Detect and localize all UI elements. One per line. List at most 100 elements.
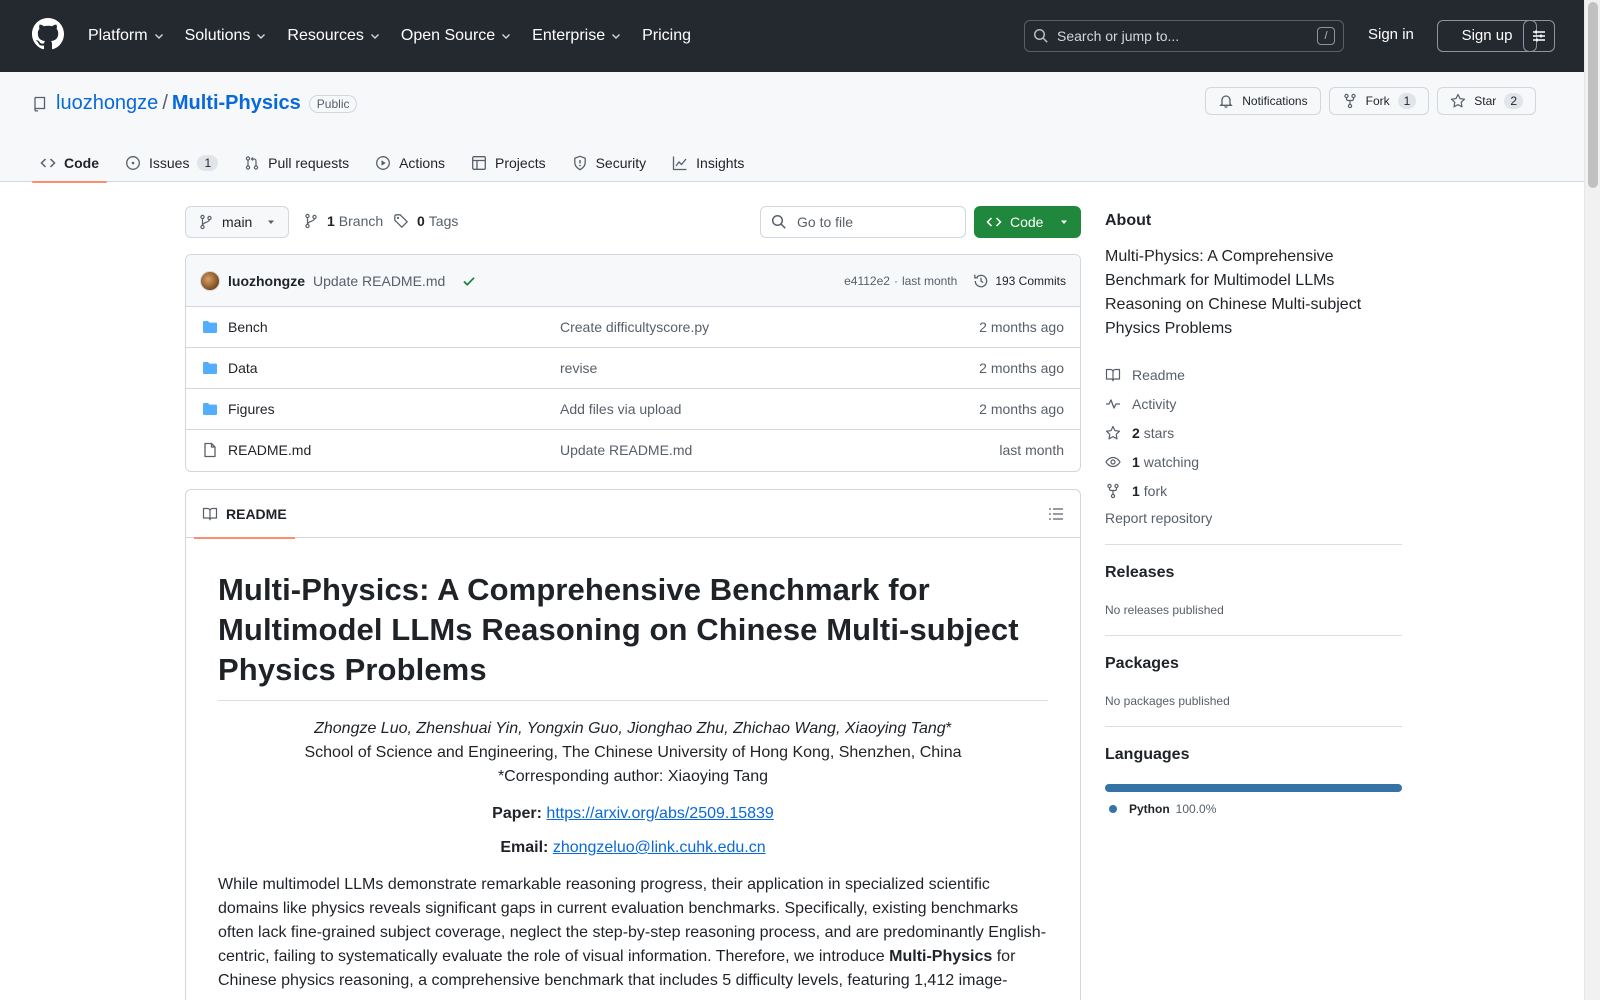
star-label: Star	[1474, 94, 1497, 108]
readme-header: README	[186, 490, 1080, 539]
readme-tab-label: README	[226, 506, 287, 522]
tab-label: Code	[64, 155, 99, 171]
commit-author-link[interactable]: luozhongze	[228, 273, 305, 289]
file-name-link[interactable]: README.md	[228, 442, 311, 458]
scrollbar-thumb[interactable]	[1588, 2, 1598, 188]
watching-label: watching	[1143, 453, 1200, 470]
tab-actions[interactable]: Actions	[367, 144, 453, 182]
readme-affiliation: School of Science and Engineering, The C…	[304, 744, 962, 761]
stars-count: 2	[1132, 424, 1140, 441]
commit-message-link[interactable]: Update README.md	[313, 273, 445, 289]
star-button[interactable]: Star 2	[1437, 87, 1536, 115]
repo-tabs: Code Issues 1 Pull requests Actions Proj…	[32, 144, 762, 183]
nav-enterprise[interactable]: Enterprise	[532, 27, 622, 45]
folder-icon	[203, 321, 217, 333]
tab-pull-requests[interactable]: Pull requests	[236, 144, 357, 182]
tag-icon	[394, 214, 408, 228]
repo-actions: Notifications Fork 1 Star 2	[1197, 87, 1536, 115]
repo-icon	[34, 96, 46, 112]
file-commit-message-link[interactable]: revise	[560, 360, 597, 376]
page-scrollbar[interactable]	[1584, 0, 1600, 1000]
tab-label: Insights	[696, 155, 745, 171]
forks-link[interactable]: 1 fork	[1105, 476, 1199, 505]
packages-heading[interactable]: Packages	[1105, 655, 1179, 673]
menu-button[interactable]	[1523, 20, 1555, 52]
tab-code[interactable]: Code	[32, 144, 107, 183]
file-age: last month	[999, 442, 1064, 458]
avatar[interactable]	[200, 270, 220, 291]
nav-open-source[interactable]: Open Source	[401, 27, 512, 45]
tab-security[interactable]: Security	[564, 144, 655, 182]
list-unordered-icon[interactable]	[1048, 506, 1064, 522]
file-name-link[interactable]: Figures	[228, 401, 275, 417]
nav-pricing[interactable]: Pricing	[642, 27, 691, 45]
nav-solutions[interactable]: Solutions	[185, 27, 268, 45]
check-icon[interactable]	[461, 273, 477, 289]
commit-time: last month	[901, 274, 958, 288]
repo-owner-link[interactable]: luozhongze	[56, 92, 158, 115]
file-commit-message-link[interactable]: Create difficultyscore.py	[560, 319, 709, 335]
activity-link[interactable]: Activity	[1105, 389, 1199, 418]
file-row[interactable]: Bench Create difficultyscore.py 2 months…	[186, 307, 1080, 348]
chevron-down-icon	[502, 34, 511, 39]
nav-platform[interactable]: Platform	[88, 27, 165, 45]
branches-link[interactable]: 1 Branch	[303, 213, 383, 229]
table-icon	[472, 156, 486, 170]
commit-sha-link[interactable]: e4112e2	[844, 274, 890, 288]
file-list: luozhongze Update README.md e4112e2 · la…	[185, 254, 1081, 472]
eye-icon	[1105, 456, 1121, 467]
readme-link[interactable]: Readme	[1105, 360, 1199, 389]
fork-button[interactable]: Fork 1	[1328, 87, 1430, 115]
notifications-button[interactable]: Notifications	[1205, 87, 1321, 115]
abstract-bold-name: Multi-Physics	[889, 948, 993, 965]
nav-resources[interactable]: Resources	[287, 27, 380, 45]
sidebar-divider	[1105, 544, 1402, 545]
branch-count: 1	[327, 213, 335, 229]
file-row[interactable]: README.md Update README.md last month	[186, 430, 1080, 471]
notifications-label: Notifications	[1242, 94, 1308, 108]
go-to-file-input[interactable]: Go to file	[760, 206, 966, 238]
stars-label: stars	[1143, 424, 1175, 441]
code-dropdown-button[interactable]: Code	[974, 206, 1081, 238]
top-nav: Platform Solutions Resources Open Source…	[88, 0, 711, 72]
search-icon	[1033, 28, 1048, 43]
book-icon	[202, 507, 218, 521]
search-input[interactable]: Search or jump to... /	[1024, 20, 1344, 52]
branch-select-button[interactable]: main	[185, 206, 289, 238]
report-repository-link[interactable]: Report repository	[1105, 510, 1212, 526]
file-name-link[interactable]: Data	[228, 360, 258, 376]
file-name-link[interactable]: Bench	[228, 319, 268, 335]
shield-icon	[573, 155, 586, 171]
pull-request-icon	[245, 156, 259, 170]
sign-in-link[interactable]: Sign in	[1368, 26, 1414, 43]
fork-count: 1	[1397, 93, 1417, 109]
code-icon	[986, 217, 1002, 227]
fork-count: 1	[1132, 482, 1140, 499]
file-age: 2 months ago	[979, 319, 1064, 335]
repo-name-link[interactable]: Multi-Physics	[172, 92, 301, 115]
code-icon	[40, 158, 56, 168]
releases-heading[interactable]: Releases	[1105, 564, 1174, 582]
sign-up-button[interactable]: Sign up	[1437, 20, 1537, 52]
stars-link[interactable]: 2 stars	[1105, 418, 1199, 447]
file-commit-message-link[interactable]: Update README.md	[560, 442, 692, 458]
file-commit-message-link[interactable]: Add files via upload	[560, 401, 681, 417]
readme-panel: README Multi-Physics: A Comprehensive Be…	[185, 489, 1081, 1000]
readme-tab[interactable]: README	[194, 490, 295, 539]
tab-label: Projects	[495, 155, 546, 171]
tags-link[interactable]: 0 Tags	[393, 213, 458, 229]
email-link[interactable]: zhongzeluo@link.cuhk.edu.cn	[553, 839, 766, 856]
tab-projects[interactable]: Projects	[463, 144, 554, 182]
file-row[interactable]: Data revise 2 months ago	[186, 348, 1080, 389]
repo-title: luozhongze / Multi-Physics Public	[32, 92, 358, 115]
file-row[interactable]: Figures Add files via upload 2 months ag…	[186, 389, 1080, 430]
github-logo-icon[interactable]	[32, 18, 64, 50]
language-item[interactable]: Python 100.0%	[1109, 802, 1216, 816]
readme-author-names: Zhongze Luo, Zhenshuai Yin, Yongxin Guo,…	[314, 720, 946, 737]
tab-issues[interactable]: Issues 1	[117, 144, 226, 182]
watchers-link[interactable]: 1 watching	[1105, 447, 1199, 476]
commit-history-link[interactable]: 193 Commits	[973, 273, 1066, 289]
tab-insights[interactable]: Insights	[664, 144, 752, 182]
search-shortcut-key: /	[1317, 27, 1335, 45]
paper-link[interactable]: https://arxiv.org/abs/2509.15839	[546, 805, 773, 822]
